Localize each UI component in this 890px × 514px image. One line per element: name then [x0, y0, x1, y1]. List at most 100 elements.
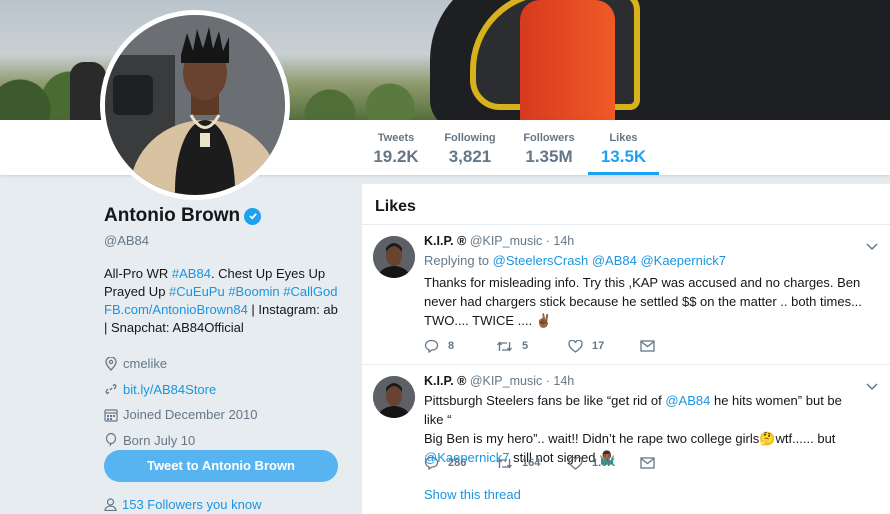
- profile-bio: All-Pro WR #AB84. Chest Up Eyes Up Praye…: [104, 265, 344, 337]
- profile-handle[interactable]: @AB84: [104, 233, 354, 248]
- profile-card: Antonio Brown @AB84 All-Pro WR #AB84. Ch…: [104, 205, 354, 453]
- location-text: cmelike: [123, 356, 168, 372]
- like-button[interactable]: 1.0K: [568, 456, 640, 470]
- replying-prefix: Replying to: [424, 253, 493, 268]
- stat-label: Followers: [523, 132, 575, 144]
- banner-person-red-outfit: [520, 0, 615, 120]
- tweet-time[interactable]: · 14h: [546, 234, 575, 248]
- bio-hashtag[interactable]: #CallGod: [283, 284, 337, 299]
- stat-label: Tweets: [377, 132, 415, 144]
- reply-button[interactable]: 286: [424, 456, 496, 470]
- stat-followers[interactable]: Followers 1.35M: [515, 120, 583, 175]
- like-count: 1.0K: [592, 457, 616, 469]
- person-icon: [104, 498, 117, 511]
- like-count: 17: [592, 340, 605, 352]
- reply-count: 286: [448, 457, 467, 469]
- retweet-icon: [496, 340, 513, 352]
- tweet-time[interactable]: · 14h: [546, 374, 575, 388]
- tweet-text-line: TWO.... TWICE ....: [424, 313, 536, 328]
- tweet-header: K.I.P. ® @KIP_music · 14h: [424, 234, 864, 248]
- thinking-face-emoji: 🤔: [759, 431, 776, 446]
- profile-joined: Joined December 2010: [104, 402, 354, 428]
- tweet-text-line: never had chargers stick because he sett…: [424, 294, 862, 309]
- joined-text: Joined December 2010: [123, 407, 258, 423]
- tweet-to-button[interactable]: Tweet to Antonio Brown: [104, 450, 338, 482]
- tweet-text-line: Pittsburgh Steelers fans be like “get ri…: [424, 393, 666, 408]
- stat-label: Likes: [609, 132, 638, 144]
- bio-hashtag[interactable]: #Boomin: [228, 284, 279, 299]
- stat-value: 19.2K: [373, 147, 419, 166]
- tweet-author-handle[interactable]: @KIP_music: [470, 374, 542, 388]
- tweet-card[interactable]: K.I.P. ® @KIP_music · 14h Pittsburgh Ste…: [362, 365, 890, 514]
- profile-name[interactable]: Antonio Brown: [104, 205, 240, 227]
- stat-value: 3,821: [448, 147, 492, 166]
- chevron-down-icon[interactable]: [866, 378, 878, 391]
- show-thread-link[interactable]: Show this thread: [424, 487, 521, 502]
- tweet-text-line: Big Ben is my hero”.. wait!! Didn’t he r…: [424, 431, 760, 446]
- retweet-count: 5: [522, 340, 529, 352]
- likes-timeline: Likes K.I.P. ® @KIP_music · 14h Replying…: [362, 184, 890, 514]
- bio-hashtag[interactable]: #AB84: [172, 266, 211, 281]
- location-pin-icon: [104, 356, 118, 371]
- timeline-title: Likes: [362, 184, 890, 225]
- mention-link[interactable]: @SteelersCrash: [493, 253, 589, 268]
- direct-message-button[interactable]: [640, 340, 712, 352]
- envelope-icon: [640, 457, 655, 469]
- chevron-down-icon[interactable]: [866, 238, 878, 251]
- followers-you-know-link[interactable]: 153 Followers you know: [104, 497, 261, 512]
- calendar-icon: [104, 408, 118, 422]
- balloon-icon: [104, 433, 118, 447]
- tweet-author-name[interactable]: K.I.P. ®: [424, 374, 466, 388]
- bio-text: . Chest Up Eyes Up: [210, 266, 326, 281]
- tweet-actions: 286 164 1.0K: [424, 456, 712, 470]
- retweet-icon: [496, 457, 513, 469]
- stat-value: 13.5K: [600, 147, 647, 166]
- avatar-photo: [105, 15, 285, 195]
- bio-hashtag[interactable]: #CuEuPu: [169, 284, 225, 299]
- like-button[interactable]: 17: [568, 339, 640, 353]
- heart-icon: [568, 456, 583, 470]
- followers-you-know-text: 153 Followers you know: [122, 497, 262, 512]
- stat-likes[interactable]: Likes 13.5K: [588, 120, 659, 175]
- retweet-button[interactable]: 164: [496, 457, 568, 470]
- retweet-button[interactable]: 5: [496, 340, 568, 353]
- mention-link[interactable]: @Kaepernick7: [640, 253, 725, 268]
- reply-icon: [424, 339, 439, 353]
- heart-icon: [568, 339, 583, 353]
- profile-avatar[interactable]: [100, 10, 290, 200]
- tweet-author-name[interactable]: K.I.P. ®: [424, 234, 466, 248]
- stat-label: Following: [444, 132, 496, 144]
- victory-hand-emoji: ✌🏾: [535, 313, 552, 328]
- bio-text: | Instagram: ab: [247, 302, 338, 317]
- born-text: Born July 10: [123, 432, 196, 448]
- stat-following[interactable]: Following 3,821: [438, 120, 502, 175]
- profile-website: bit.ly/AB84Store: [104, 377, 354, 403]
- envelope-icon: [640, 340, 655, 352]
- reply-button[interactable]: 8: [424, 339, 496, 353]
- reply-count: 8: [448, 340, 455, 352]
- mention-link[interactable]: @AB84: [665, 393, 710, 408]
- website-link[interactable]: bit.ly/AB84Store: [123, 382, 216, 397]
- tweet-header: K.I.P. ® @KIP_music · 14h: [424, 374, 864, 388]
- bio-link[interactable]: FB.com/AntonioBrown84: [104, 302, 248, 317]
- bio-text: All-Pro WR: [104, 266, 172, 281]
- tweet-avatar[interactable]: [373, 236, 415, 278]
- tweet-avatar[interactable]: [373, 376, 415, 418]
- link-icon: [104, 382, 118, 396]
- verified-badge-icon: [244, 207, 262, 225]
- profile-meta: cmelike bit.ly/AB84Store Joined December…: [104, 351, 354, 453]
- retweet-count: 164: [522, 457, 541, 469]
- reply-icon: [424, 456, 439, 470]
- tweet-actions: 8 5 17: [424, 339, 712, 353]
- mention-link[interactable]: @AB84: [592, 253, 637, 268]
- tweet-text-line: Thanks for misleading info. Try this ,KA…: [424, 275, 861, 290]
- profile-location: cmelike: [104, 351, 354, 377]
- replying-to: Replying to @SteelersCrash @AB84 @Kaeper…: [424, 253, 864, 268]
- bio-text: | Snapchat: AB84Official: [104, 320, 244, 335]
- tweet-card[interactable]: K.I.P. ® @KIP_music · 14h Replying to @S…: [362, 225, 890, 365]
- bio-text: Prayed Up: [104, 284, 170, 299]
- stat-tweets[interactable]: Tweets 19.2K: [366, 120, 426, 175]
- tweet-text-line: wtf...... but: [775, 431, 836, 446]
- direct-message-button[interactable]: [640, 457, 712, 469]
- tweet-author-handle[interactable]: @KIP_music: [470, 234, 542, 248]
